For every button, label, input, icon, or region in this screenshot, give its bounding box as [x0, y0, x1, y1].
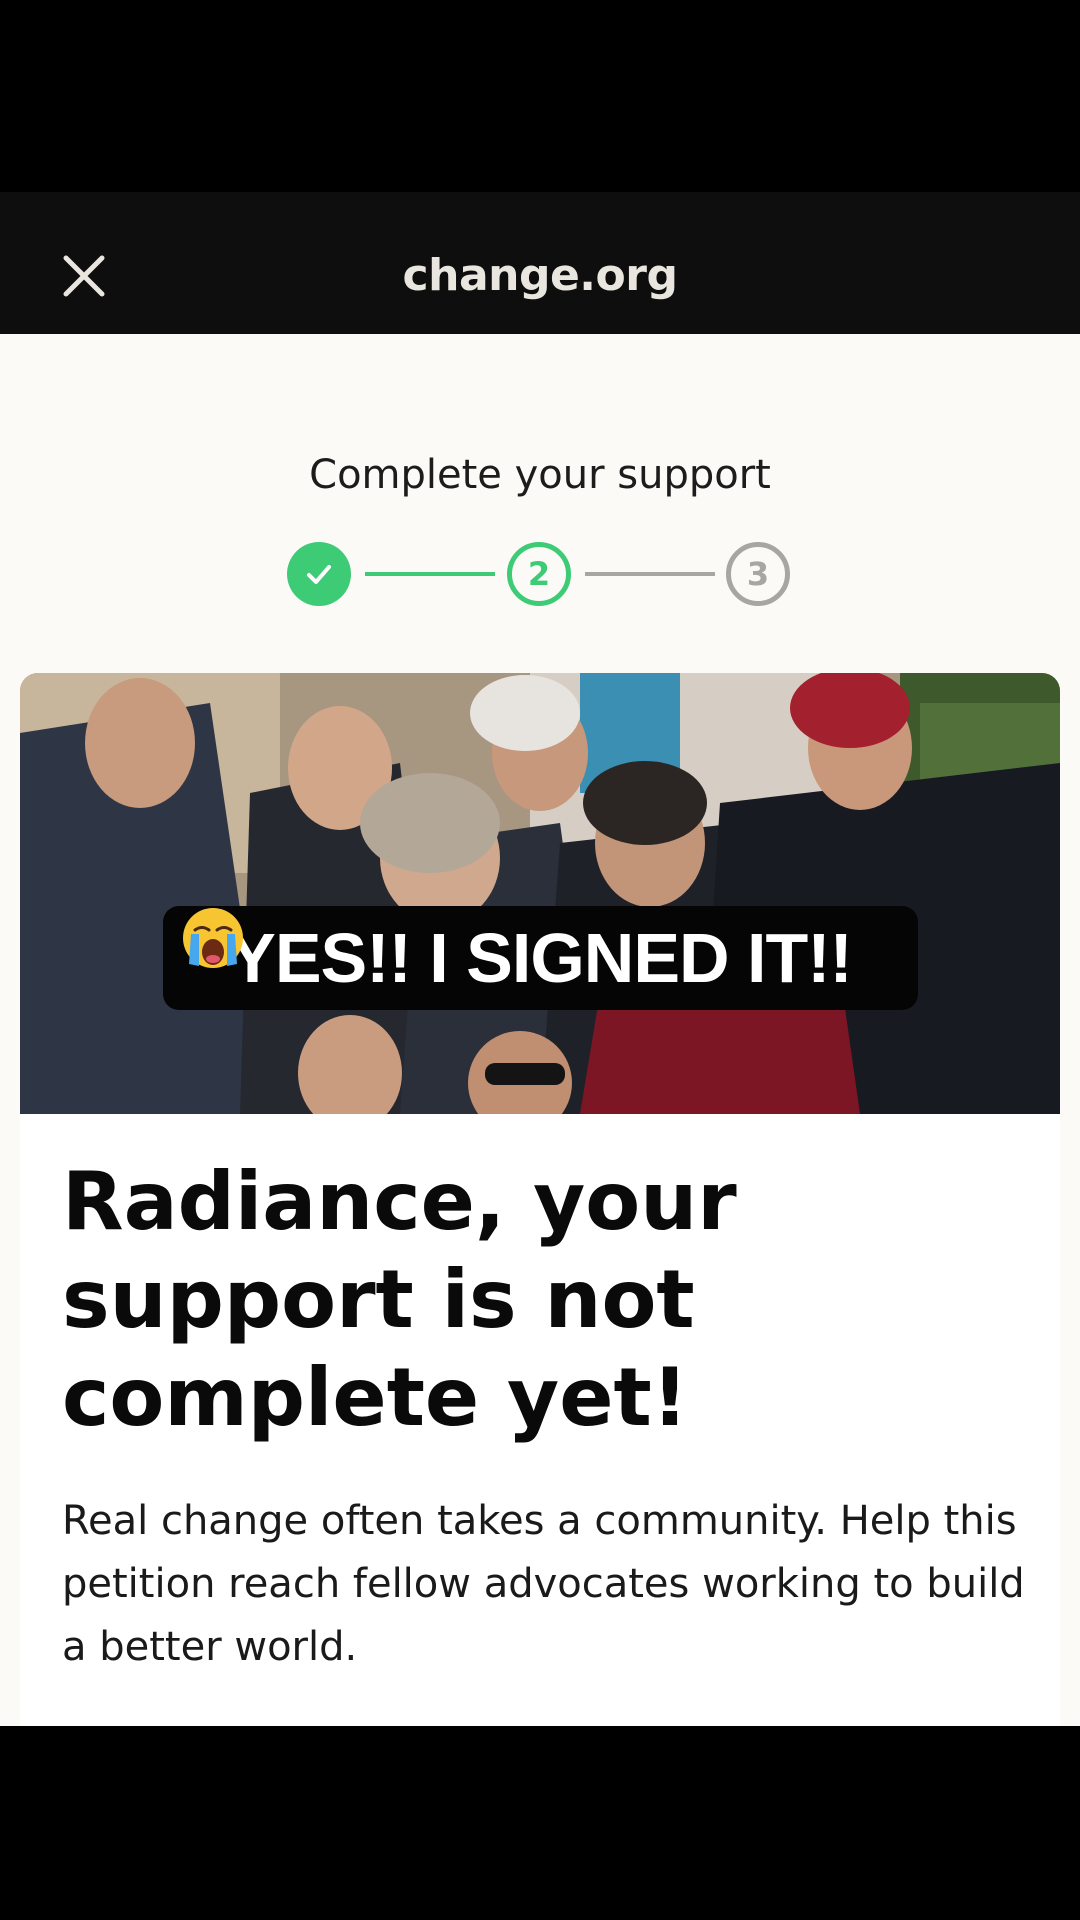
petition-card: YES!! I SIGNED IT!! Radiance, your suppo… [20, 673, 1060, 1733]
step-connector-upcoming [585, 572, 715, 576]
step-2-current: 2 [507, 542, 571, 606]
brand-logo: change.org [402, 250, 678, 301]
group-photo-illustration [20, 673, 1060, 1114]
main-content: Complete your support 2 3 YES!! I SIGNED… [0, 334, 1080, 1733]
step-connector-complete [365, 572, 495, 576]
progress-title: Complete your support [309, 452, 771, 498]
image-caption-text: YES!! I SIGNED IT!! [229, 919, 853, 997]
check-icon [307, 565, 331, 584]
petition-photo: YES!! I SIGNED IT!! [20, 673, 1060, 1114]
body-text: Real change often takes a community. Hel… [62, 1498, 1025, 1670]
bottom-bar [0, 1726, 1080, 1920]
step-1-complete [287, 542, 351, 606]
image-caption: YES!! I SIGNED IT!! [163, 906, 918, 1010]
crying-face-emoji [183, 908, 243, 968]
step-3-upcoming: 3 [726, 542, 790, 606]
progress-stepper: 2 3 [0, 542, 1080, 614]
headline: Radiance, your support is not complete y… [62, 1155, 737, 1444]
status-bar [0, 0, 1080, 192]
